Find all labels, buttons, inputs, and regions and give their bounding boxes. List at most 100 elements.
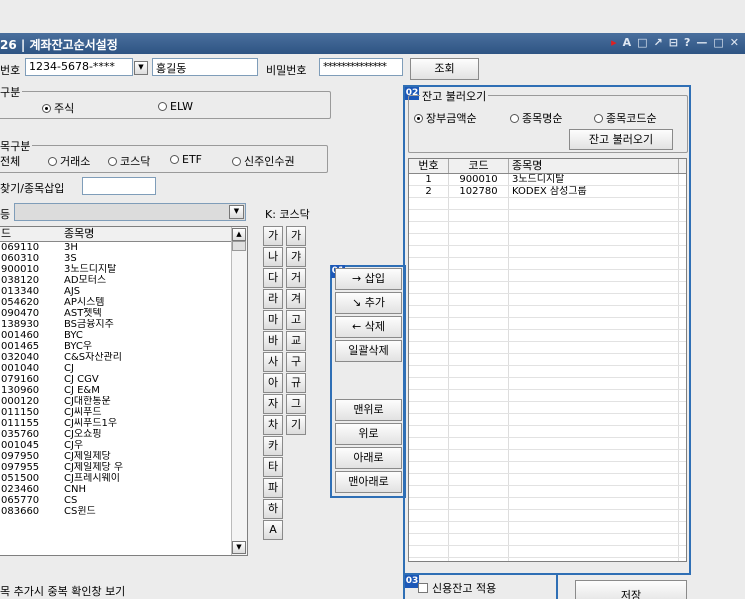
empty-row[interactable] <box>409 402 686 414</box>
print-icon[interactable]: ⊟ <box>669 36 678 49</box>
table-row[interactable]: 079160 CJ CGV <box>0 374 247 385</box>
move-up-button[interactable]: 위로 <box>335 423 402 445</box>
consonant-button[interactable]: 갸 <box>286 247 306 267</box>
consonant-button[interactable]: 규 <box>286 373 306 393</box>
consonant-button[interactable]: 차 <box>263 415 283 435</box>
consonant-button[interactable]: 마 <box>263 310 283 330</box>
move-down-button[interactable]: 아래로 <box>335 447 402 469</box>
consonant-button[interactable]: 라 <box>263 289 283 309</box>
table-row[interactable]: 065770 CS <box>0 495 247 506</box>
window-icon[interactable]: □ <box>637 36 647 49</box>
table-row[interactable]: 001040 CJ <box>0 363 247 374</box>
empty-row[interactable] <box>409 354 686 366</box>
table-row[interactable]: 069110 3H <box>0 242 247 253</box>
stock-list-scrollbar[interactable]: ▲ ▼ <box>231 227 247 555</box>
consonant-button[interactable]: 다 <box>263 268 283 288</box>
table-row[interactable]: 000120 CJ대한통운 <box>0 396 247 407</box>
consonant-button[interactable]: 교 <box>286 331 306 351</box>
credit-checkbox[interactable] <box>418 583 428 593</box>
consonant-button[interactable]: 거 <box>286 268 306 288</box>
consonant-button[interactable]: 사 <box>263 352 283 372</box>
delete-button[interactable]: ← 삭제 <box>335 316 402 338</box>
stock-search-input[interactable] <box>82 177 156 195</box>
pin-icon[interactable]: ↗ <box>654 36 663 49</box>
save-button[interactable]: 저장 <box>575 580 687 599</box>
consonant-button[interactable]: 가 <box>286 226 306 246</box>
consonant-button[interactable]: 기 <box>286 415 306 435</box>
empty-row[interactable] <box>409 522 686 534</box>
consonant-button[interactable]: A <box>263 520 283 540</box>
table-row[interactable]: 001460 BYC <box>0 330 247 341</box>
empty-row[interactable] <box>409 222 686 234</box>
radio-code-order[interactable]: 종목코드순 <box>594 110 657 126</box>
table-row[interactable]: 090470 AST젯텍 <box>0 308 247 319</box>
empty-row[interactable] <box>409 318 686 330</box>
empty-row[interactable] <box>409 546 686 558</box>
minimize-icon[interactable]: — <box>696 36 707 49</box>
maximize-icon[interactable]: □ <box>713 36 723 49</box>
table-row[interactable]: 130960 CJ E&M <box>0 385 247 396</box>
scroll-thumb[interactable] <box>232 241 246 251</box>
consonant-button[interactable]: 바 <box>263 331 283 351</box>
empty-row[interactable] <box>409 534 686 546</box>
table-row[interactable]: 083660 CS윈드 <box>0 506 247 517</box>
help-icon[interactable]: ? <box>684 36 690 49</box>
radio-book-value[interactable]: 장부금액순 <box>414 110 477 126</box>
radio-stock[interactable]: 주식 <box>42 100 74 116</box>
empty-row[interactable] <box>409 438 686 450</box>
empty-row[interactable] <box>409 198 686 210</box>
table-row[interactable]: 011150 CJ씨푸드 <box>0 407 247 418</box>
add-button[interactable]: ↘ 추가 <box>335 292 402 314</box>
empty-row[interactable] <box>409 390 686 402</box>
table-row[interactable]: 011155 CJ씨푸드1우 <box>0 418 247 429</box>
table-row[interactable]: 1 900010 3노드디지탈 <box>409 174 686 186</box>
group-dropdown-button[interactable]: ▼ <box>229 205 244 219</box>
table-row[interactable]: 001045 CJ우 <box>0 440 247 451</box>
font-icon[interactable]: A <box>623 36 632 49</box>
consonant-button[interactable]: 자 <box>263 394 283 414</box>
empty-row[interactable] <box>409 426 686 438</box>
empty-row[interactable] <box>409 378 686 390</box>
table-row[interactable]: 097950 CJ제일제당 <box>0 451 247 462</box>
radio-all[interactable]: 전체 <box>0 153 20 169</box>
consonant-button[interactable]: 파 <box>263 478 283 498</box>
empty-row[interactable] <box>409 558 686 561</box>
empty-row[interactable] <box>409 510 686 522</box>
account-name-field[interactable]: 홍길동 <box>152 58 258 76</box>
radio-name-order[interactable]: 종목명순 <box>510 110 562 126</box>
load-balance-button[interactable]: 잔고 불러오기 <box>569 129 673 150</box>
empty-row[interactable] <box>409 474 686 486</box>
move-bottom-button[interactable]: 맨아래로 <box>335 471 402 493</box>
password-field[interactable]: ************** <box>319 58 403 76</box>
table-row[interactable]: 138930 BS금융지주 <box>0 319 247 330</box>
empty-row[interactable] <box>409 294 686 306</box>
table-row[interactable]: 013340 AJS <box>0 286 247 297</box>
consonant-button[interactable]: 카 <box>263 436 283 456</box>
empty-row[interactable] <box>409 462 686 474</box>
account-number-field[interactable]: 1234-5678-**** <box>25 58 133 76</box>
empty-row[interactable] <box>409 414 686 426</box>
scroll-up-icon[interactable]: ▲ <box>232 228 246 241</box>
consonant-button[interactable]: 아 <box>263 373 283 393</box>
table-row[interactable]: 900010 3노드디지탈 <box>0 264 247 275</box>
empty-row[interactable] <box>409 486 686 498</box>
consonant-button[interactable]: 하 <box>263 499 283 519</box>
table-row[interactable]: 035760 CJ오쇼핑 <box>0 429 247 440</box>
table-row[interactable]: 038120 AD모터스 <box>0 275 247 286</box>
empty-row[interactable] <box>409 498 686 510</box>
empty-row[interactable] <box>409 258 686 270</box>
consonant-button[interactable]: 타 <box>263 457 283 477</box>
radio-elw[interactable]: ELW <box>158 100 193 113</box>
empty-row[interactable] <box>409 234 686 246</box>
account-dropdown-button[interactable]: ▼ <box>134 61 148 75</box>
table-row[interactable]: 2 102780 KODEX 삼성그룹 <box>409 186 686 198</box>
empty-row[interactable] <box>409 270 686 282</box>
table-row[interactable]: 054620 AP시스템 <box>0 297 247 308</box>
consonant-button[interactable]: 나 <box>263 247 283 267</box>
empty-row[interactable] <box>409 342 686 354</box>
consonant-button[interactable]: 가 <box>263 226 283 246</box>
move-top-button[interactable]: 맨위로 <box>335 399 402 421</box>
group-select[interactable] <box>14 203 246 221</box>
scroll-down-icon[interactable]: ▼ <box>232 541 246 554</box>
consonant-button[interactable]: 그 <box>286 394 306 414</box>
